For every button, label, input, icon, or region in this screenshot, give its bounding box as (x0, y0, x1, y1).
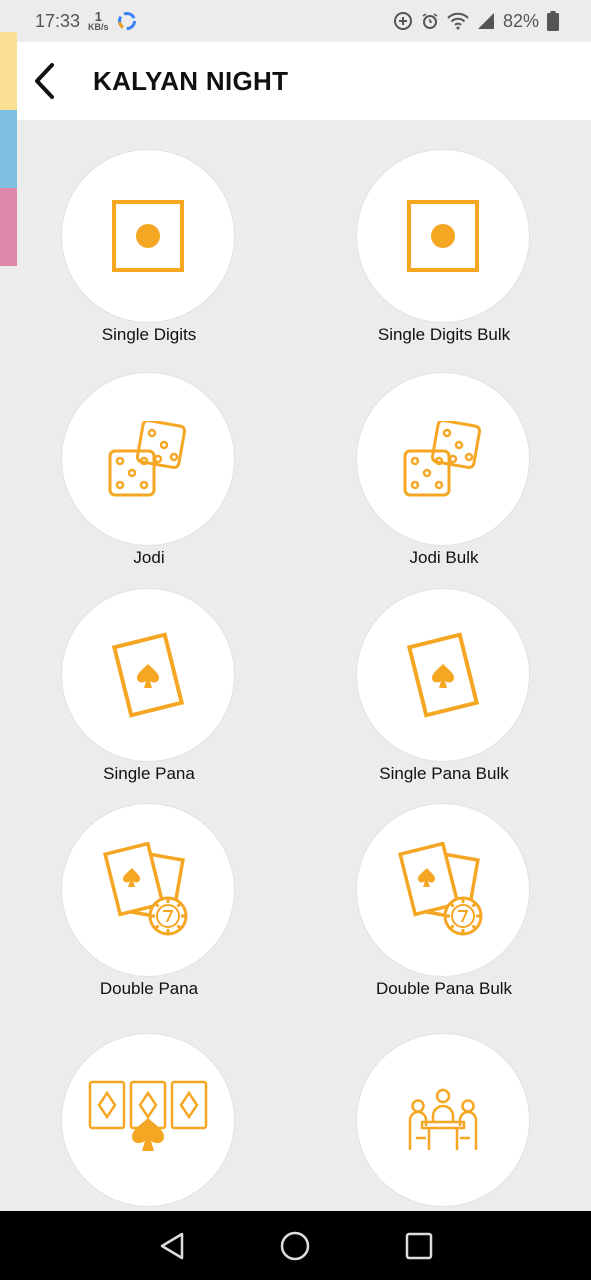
network-speed: 1 KB/s (88, 10, 109, 32)
game-single-digits[interactable]: Single Digits (34, 149, 264, 364)
game-label: Jodi Bulk (409, 548, 479, 567)
triple-cards-icon (88, 1080, 208, 1151)
game-label: Double Pana (99, 979, 199, 998)
game-single-pana-bulk[interactable]: Single Pana Bulk (329, 588, 559, 803)
app-header: KALYAN NIGHT (17, 42, 591, 120)
game-single-digits-bulk[interactable]: Single Digits Bulk (329, 149, 559, 364)
nav-recents-button[interactable] (399, 1226, 439, 1266)
game-icon-circle[interactable] (61, 803, 235, 977)
game-icon-circle[interactable] (356, 372, 530, 546)
back-button[interactable] (23, 59, 67, 103)
game-label: Single Digits (101, 325, 197, 344)
game-icon-circle[interactable] (61, 1033, 235, 1207)
app-notification-icon (117, 11, 137, 31)
game-label: Single Pana (103, 764, 195, 783)
game-label: Double Pana Bulk (375, 979, 513, 998)
game-label: Single Digits Bulk (377, 325, 511, 344)
single-digit-icon (112, 200, 184, 272)
page-title: KALYAN NIGHT (93, 65, 289, 96)
strip-blue (0, 110, 17, 188)
game-icon-circle[interactable] (61, 149, 235, 323)
game-jodi[interactable]: Jodi (34, 372, 264, 587)
signal-icon (477, 12, 495, 30)
game-icon-circle[interactable] (356, 1033, 530, 1207)
game-icon-circle[interactable] (61, 588, 235, 762)
data-saver-icon (393, 11, 413, 31)
single-digit-icon (407, 200, 479, 272)
dice-icon (108, 421, 187, 497)
square-recents-icon (405, 1232, 433, 1259)
nav-home-button[interactable] (275, 1226, 315, 1266)
strip-yellow (0, 32, 17, 110)
status-bar: 17:33 1 KB/s 82% (0, 0, 591, 42)
system-nav-bar (0, 1211, 591, 1280)
side-color-strip (0, 32, 17, 266)
game-label: Single Pana Bulk (379, 764, 509, 783)
game-icon-circle[interactable] (356, 803, 530, 977)
back-arrow-icon (35, 63, 54, 99)
cards-chip-icon (398, 842, 483, 936)
dice-icon (403, 421, 482, 497)
strip-pink (0, 188, 17, 266)
cards-chip-icon (103, 842, 188, 936)
nav-back-button[interactable] (152, 1226, 192, 1266)
game-jodi-bulk[interactable]: Jodi Bulk (329, 372, 559, 587)
game-label: Jodi (133, 548, 165, 567)
status-time: 17:33 (35, 10, 81, 31)
meeting-icon (408, 1088, 478, 1150)
battery-percent: 82% (502, 10, 539, 31)
game-double-pana[interactable]: Double Pana (34, 803, 264, 1018)
card-icon (111, 632, 185, 718)
triangle-back-icon (160, 1232, 184, 1259)
game-icon-circle[interactable] (356, 588, 530, 762)
battery-icon (547, 11, 559, 31)
card-icon (406, 632, 480, 718)
wifi-icon (447, 12, 469, 30)
game-double-pana-bulk[interactable]: Double Pana Bulk (329, 803, 559, 1018)
game-icon-circle[interactable] (356, 149, 530, 323)
alarm-icon (421, 12, 439, 30)
game-single-pana[interactable]: Single Pana (34, 588, 264, 803)
network-speed-unit: KB/s (88, 22, 109, 32)
game-icon-circle[interactable] (61, 372, 235, 546)
circle-home-icon (281, 1231, 310, 1260)
